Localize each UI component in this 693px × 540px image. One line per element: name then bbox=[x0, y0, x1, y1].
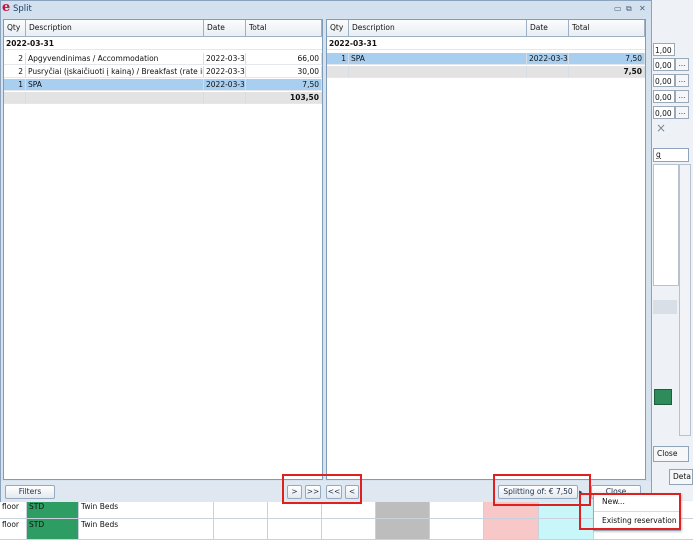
column-header-description[interactable]: Description bbox=[349, 20, 527, 36]
column-header-total[interactable]: Total bbox=[246, 20, 322, 36]
maximize-icon[interactable]: ⧉ bbox=[626, 4, 632, 14]
grid-cell[interactable] bbox=[376, 519, 430, 539]
bg-value: 0,00 bbox=[653, 90, 675, 103]
bg-value: 1,00 bbox=[653, 43, 675, 56]
room-type-cell: STD bbox=[27, 501, 79, 518]
qty-cell: 1 bbox=[4, 79, 26, 91]
total-cell: 30,00 bbox=[246, 66, 322, 78]
room-type-cell: STD bbox=[27, 519, 79, 539]
column-header-date[interactable]: Date bbox=[204, 20, 246, 36]
grid-cell[interactable] bbox=[214, 519, 268, 539]
bg-more-button[interactable]: ... bbox=[675, 74, 689, 87]
date-cell: 2022-03-3 bbox=[204, 66, 246, 78]
title-bar[interactable]: e Split ▭ ⧉ ✕ bbox=[1, 0, 651, 18]
description-cell: Pusryčiai (įskaičiuoti į kainą) / Breakf… bbox=[26, 66, 204, 78]
empty-cell bbox=[204, 92, 246, 104]
bg-value: 0,00 bbox=[653, 106, 675, 119]
app-logo-icon: e bbox=[2, 0, 11, 15]
minimize-icon[interactable]: ▭ bbox=[614, 4, 622, 13]
group-row[interactable]: 2022-03-31 bbox=[4, 38, 322, 50]
empty-cell bbox=[349, 66, 527, 78]
highlight-box bbox=[493, 474, 591, 506]
date-cell: 2022-03-3 bbox=[204, 53, 246, 65]
split-items-table[interactable]: Qty Description Date Total 2022-03-31 1 … bbox=[326, 19, 646, 480]
bg-value: 0,00 bbox=[653, 58, 675, 71]
filters-button[interactable]: Filters bbox=[5, 485, 55, 499]
bg-more-button[interactable]: ... bbox=[675, 106, 689, 119]
grid-cell[interactable] bbox=[268, 519, 322, 539]
bed-type-cell: Twin Beds bbox=[79, 501, 214, 518]
empty-cell bbox=[26, 92, 204, 104]
bed-type-cell: Twin Beds bbox=[79, 519, 214, 539]
empty-cell bbox=[527, 66, 569, 78]
table-row-selected[interactable]: 1 SPA 2022-03-3 7,50 bbox=[4, 79, 322, 91]
group-date: 2022-03-31 bbox=[4, 38, 322, 50]
qty-cell: 2 bbox=[4, 66, 26, 78]
bg-status-swatch bbox=[654, 389, 672, 405]
bg-value: 0,00 bbox=[653, 74, 675, 87]
date-cell: 2022-03-3 bbox=[204, 79, 246, 91]
source-items-table[interactable]: Qty Description Date Total 2022-03-31 2 … bbox=[3, 19, 323, 480]
empty-cell bbox=[327, 66, 349, 78]
description-cell: SPA bbox=[26, 79, 204, 91]
group-row[interactable]: 2022-03-31 bbox=[327, 38, 645, 50]
description-cell: SPA bbox=[349, 53, 527, 65]
bg-tab-header[interactable]: g bbox=[653, 148, 689, 162]
column-header-total[interactable]: Total bbox=[569, 20, 645, 36]
highlight-box bbox=[282, 474, 362, 504]
bg-list bbox=[653, 164, 679, 286]
grid-cell[interactable] bbox=[214, 501, 268, 518]
column-header-qty[interactable]: Qty bbox=[4, 20, 26, 36]
column-header-qty[interactable]: Qty bbox=[327, 20, 349, 36]
column-header-date[interactable]: Date bbox=[527, 20, 569, 36]
grid-cell[interactable] bbox=[376, 501, 430, 518]
bg-scrollbar[interactable] bbox=[679, 164, 691, 436]
highlight-box bbox=[579, 493, 681, 530]
sum-total: 103,50 bbox=[246, 92, 322, 104]
grid-cell[interactable] bbox=[484, 519, 539, 539]
total-cell: 66,00 bbox=[246, 53, 322, 65]
grid-cell[interactable] bbox=[430, 519, 484, 539]
bg-details-button[interactable]: Deta bbox=[669, 469, 693, 485]
total-row: 103,50 bbox=[4, 92, 322, 104]
bg-more-button[interactable]: ... bbox=[675, 58, 689, 71]
total-row: 7,50 bbox=[327, 66, 645, 78]
group-date: 2022-03-31 bbox=[327, 38, 645, 50]
grid-cell[interactable] bbox=[322, 519, 376, 539]
table-header: Qty Description Date Total bbox=[4, 20, 322, 37]
split-dialog: e Split ▭ ⧉ ✕ Qty Description Date Total… bbox=[0, 0, 652, 502]
bg-more-button[interactable]: ... bbox=[675, 90, 689, 103]
column-header-description[interactable]: Description bbox=[26, 20, 204, 36]
empty-cell bbox=[4, 92, 26, 104]
window-title: Split bbox=[13, 4, 32, 14]
floor-cell: floor bbox=[0, 519, 27, 539]
close-window-icon[interactable]: ✕ bbox=[639, 4, 646, 13]
description-cell: Apgyvendinimas / Accommodation bbox=[26, 53, 204, 65]
qty-cell: 2 bbox=[4, 53, 26, 65]
table-row[interactable]: 2 Pusryčiai (įskaičiuoti į kainą) / Brea… bbox=[4, 66, 322, 78]
total-cell: 7,50 bbox=[569, 53, 645, 65]
close-icon[interactable]: × bbox=[656, 121, 666, 135]
qty-cell: 1 bbox=[327, 53, 349, 65]
grid-cell[interactable] bbox=[430, 501, 484, 518]
bg-close-button[interactable]: Close bbox=[653, 446, 689, 462]
floor-cell: floor bbox=[0, 501, 27, 518]
sum-total: 7,50 bbox=[569, 66, 645, 78]
table-row[interactable]: 2 Apgyvendinimas / Accommodation 2022-03… bbox=[4, 53, 322, 65]
table-row-selected[interactable]: 1 SPA 2022-03-3 7,50 bbox=[327, 53, 645, 65]
date-cell: 2022-03-3 bbox=[527, 53, 569, 65]
table-header: Qty Description Date Total bbox=[327, 20, 645, 37]
bg-row-highlight bbox=[653, 300, 677, 314]
total-cell: 7,50 bbox=[246, 79, 322, 91]
